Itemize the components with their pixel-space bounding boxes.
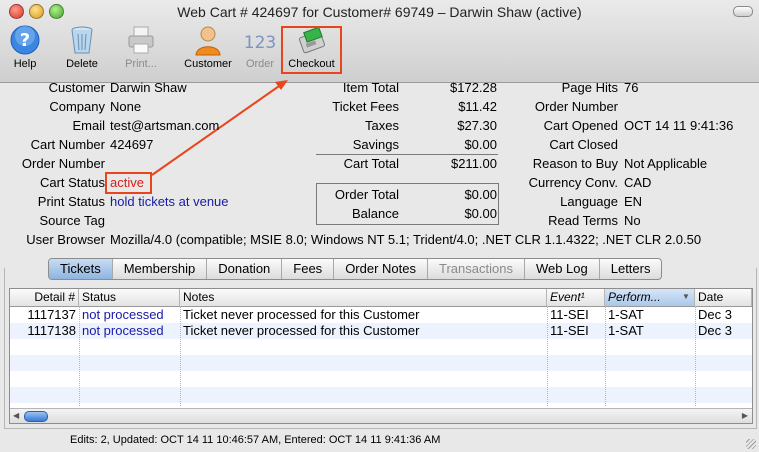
- tab-letters[interactable]: Letters: [600, 259, 662, 279]
- cart-status-highlight-box: [105, 172, 152, 194]
- balance-value: $0.00: [464, 206, 497, 221]
- empty-row: [10, 371, 752, 387]
- empty-row: [10, 355, 752, 371]
- column-divider: [79, 306, 80, 406]
- ticket-fees-label: Ticket Fees: [332, 99, 399, 114]
- user-browser-value: Mozilla/4.0 (compatible; MSIE 8.0; Windo…: [110, 232, 702, 247]
- item-total-value: $172.28: [450, 80, 497, 95]
- cell-performance: 1-SAT: [608, 307, 644, 322]
- cart-number-label: Cart Number: [30, 137, 105, 152]
- column-header-date[interactable]: Date: [695, 289, 752, 306]
- cell-detail: 1117138: [27, 323, 76, 338]
- taxes-value: $27.30: [457, 118, 497, 133]
- source-tag-label: Source Tag: [39, 213, 105, 228]
- column-header-event[interactable]: Event¹: [547, 289, 605, 306]
- scroll-right-icon[interactable]: ▶: [742, 411, 748, 420]
- tickets-table: Detail # Status Notes Event¹ Perform... …: [9, 288, 753, 424]
- print-status-link[interactable]: hold tickets at venue: [110, 194, 229, 209]
- read-terms-value: No: [624, 213, 641, 228]
- cell-performance: 1-SAT: [608, 323, 644, 338]
- sort-descending-icon: ▼: [682, 292, 690, 301]
- cell-status: not processed: [82, 307, 164, 322]
- resize-grip-icon[interactable]: [746, 439, 756, 449]
- customer-label: Customer: [48, 80, 105, 95]
- column-divider: [547, 306, 548, 406]
- table-header: Detail # Status Notes Event¹ Perform... …: [10, 289, 752, 307]
- cell-detail: 1117137: [27, 307, 76, 322]
- savings-label: Savings: [352, 137, 399, 152]
- cell-event: 11-SEI: [550, 323, 589, 338]
- tab-membership[interactable]: Membership: [113, 259, 208, 279]
- ticket-fees-value: $11.42: [458, 99, 497, 114]
- scroll-left-icon[interactable]: ◀: [13, 411, 19, 420]
- page-hits-label: Page Hits: [561, 80, 618, 95]
- tab-tickets[interactable]: Tickets: [49, 259, 113, 279]
- balance-label: Balance: [352, 206, 399, 221]
- column-header-detail[interactable]: Detail #: [10, 289, 79, 306]
- customer-value: Darwin Shaw: [110, 80, 187, 95]
- item-total-label: Item Total: [342, 80, 399, 95]
- horizontal-scrollbar[interactable]: ◀ ▶: [10, 408, 752, 423]
- company-value: None: [110, 99, 142, 114]
- column-divider: [180, 306, 181, 406]
- language-label: Language: [560, 194, 618, 209]
- cart-total-value: $211.00: [450, 156, 497, 171]
- language-value: EN: [624, 194, 643, 209]
- currency-value: CAD: [624, 175, 652, 190]
- savings-value: $0.00: [464, 137, 497, 152]
- empty-row: [10, 387, 752, 403]
- empty-row: [10, 339, 752, 355]
- table-row[interactable]: 1117138 not processed Ticket never proce…: [10, 323, 752, 339]
- tab-transactions[interactable]: Transactions: [428, 259, 525, 279]
- cell-notes: Ticket never processed for this Customer: [183, 323, 420, 338]
- cart-status-label: Cart Status: [39, 175, 105, 190]
- tab-fees[interactable]: Fees: [282, 259, 335, 279]
- tab-web-log[interactable]: Web Log: [525, 259, 600, 279]
- read-terms-label: Read Terms: [548, 213, 618, 228]
- totals-divider: [316, 154, 498, 155]
- order-total-label: Order Total: [334, 187, 399, 202]
- status-bar: Edits: 2, Updated: OCT 14 11 10:46:57 AM…: [70, 434, 441, 446]
- cart-total-label: Cart Total: [343, 156, 399, 171]
- taxes-label: Taxes: [365, 118, 399, 133]
- order-number-label: Order Number: [21, 156, 105, 171]
- user-browser-label: User Browser: [26, 232, 105, 247]
- web-cart-window: Web Cart # 424697 for Customer# 69749 – …: [0, 0, 759, 452]
- tab-bar: Tickets Membership Donation Fees Order N…: [48, 258, 663, 280]
- column-header-status[interactable]: Status: [79, 289, 180, 306]
- tab-order-notes[interactable]: Order Notes: [334, 259, 428, 279]
- page-hits-value: 76: [624, 80, 639, 95]
- column-divider: [695, 306, 696, 406]
- scrollbar-thumb[interactable]: [24, 411, 48, 422]
- reason-value: Not Applicable: [624, 156, 708, 171]
- cart-opened-label: Cart Opened: [543, 118, 618, 133]
- print-status-label: Print Status: [37, 194, 105, 209]
- column-divider: [605, 306, 606, 406]
- cell-status: not processed: [82, 323, 164, 338]
- reason-label: Reason to Buy: [532, 156, 618, 171]
- column-header-notes[interactable]: Notes: [180, 289, 547, 306]
- currency-label: Currency Conv.: [528, 175, 618, 190]
- cell-date: Dec 3: [698, 323, 732, 338]
- email-value: test@artsman.com: [110, 118, 220, 133]
- email-label: Email: [72, 118, 105, 133]
- cell-date: Dec 3: [698, 307, 732, 322]
- cell-event: 11-SEI: [550, 307, 589, 322]
- table-row[interactable]: 1117137 not processed Ticket never proce…: [10, 307, 752, 323]
- tab-donation[interactable]: Donation: [207, 259, 283, 279]
- cart-number-value: 424697: [110, 137, 154, 152]
- meta-order-number-label: Order Number: [534, 99, 618, 114]
- cell-notes: Ticket never processed for this Customer: [183, 307, 420, 322]
- order-total-value: $0.00: [464, 187, 497, 202]
- company-label: Company: [49, 99, 105, 114]
- cart-opened-value: OCT 14 11 9:41:36: [624, 118, 734, 133]
- cart-closed-label: Cart Closed: [549, 137, 618, 152]
